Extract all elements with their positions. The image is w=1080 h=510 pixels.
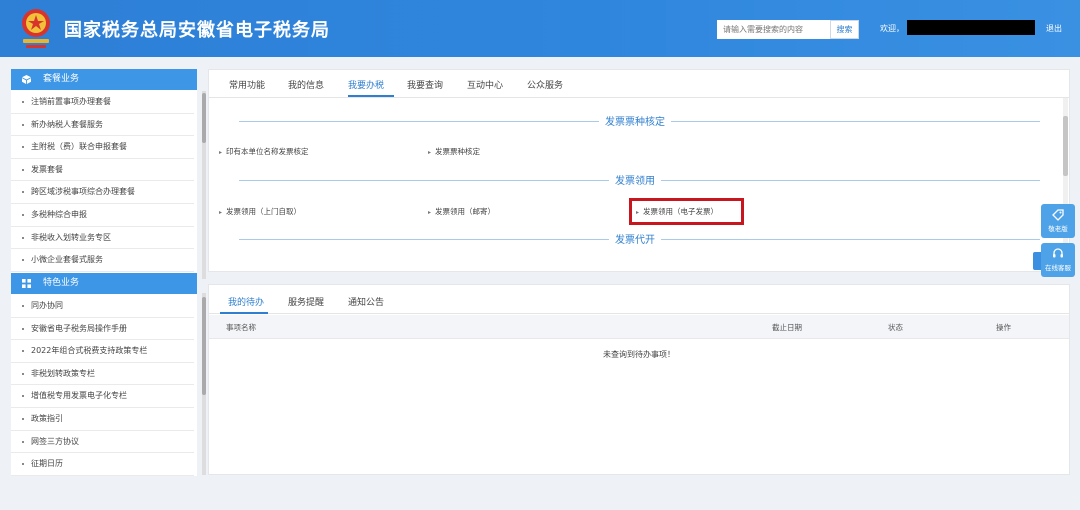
link-invoice-name-approval[interactable]: ▸ 印有本单位名称发票核定 [219,146,309,157]
todo-panel: 我的待办 服务提醒 通知公告 事项名称 截止日期 状态 操作 未查询到待办事项！ [208,284,1070,475]
tab-tax-handling[interactable]: 我要办税 [348,78,384,91]
link-invoice-type-approval[interactable]: ▸ 发票票种核定 [428,146,480,157]
main-tabs: 常用功能 我的信息 我要办税 我要查询 互动中心 公众服务 [209,70,1069,98]
tab-notices[interactable]: 通知公告 [348,295,384,308]
sidebar-item[interactable]: 网签三方协议 [11,431,194,454]
logout-link[interactable]: 退出 [1046,23,1062,34]
tag-icon [1052,209,1064,221]
sidebar-item[interactable]: 多税种综合申报 [11,204,194,227]
active-tab-indicator [348,95,394,97]
sidebar-item[interactable]: 非税收入划转业务专区 [11,227,194,250]
active-tab-indicator [220,312,268,314]
elder-mode-button[interactable]: 敬老版 [1041,204,1075,238]
headset-icon [1053,248,1063,258]
sidebar-item[interactable]: 发票套餐 [11,159,194,182]
sidebar-item[interactable]: 跨区域涉税事项综合办理套餐 [11,181,194,204]
column-header-status: 状态 [888,323,903,332]
sidebar-item[interactable]: 2022年组合式税费支持政策专栏 [11,340,194,363]
search-button[interactable]: 搜索 [830,20,859,39]
empty-state-message: 未查询到待办事项！ [603,350,675,359]
online-service-button[interactable]: 在线客服 [1041,243,1075,277]
column-header-item-name: 事项名称 [226,323,256,332]
sidebar-item[interactable]: 征期日历 [11,453,194,476]
grid-icon [22,279,31,288]
link-invoice-receive-mail[interactable]: ▸ 发票领用（邮寄） [428,206,495,217]
tab-interaction[interactable]: 互动中心 [467,78,503,91]
sidebar-section-label: 套餐业务 [43,74,80,84]
sidebar-item[interactable]: 注销前置事项办理套餐 [11,91,194,114]
sidebar-section-label: 特色业务 [43,278,80,288]
section-title-invoice-type: 发票票种核定 [599,113,671,128]
arrow-right-icon: ▸ [428,149,432,156]
arrow-right-icon: ▸ [219,209,223,216]
sidebar-section-features[interactable]: 特色业务 [11,273,197,294]
arrow-right-icon: ▸ [219,149,223,156]
tab-my-info[interactable]: 我的信息 [288,78,324,91]
sidebar-item[interactable]: 安徽省电子税务局操作手册 [11,318,194,341]
section-title-invoice-receive: 发票领用 [609,172,661,187]
sidebar-item[interactable]: 主附税（费）联合申报套餐 [11,136,194,159]
todo-tabs: 我的待办 服务提醒 通知公告 [209,285,1069,314]
search-input[interactable] [717,20,830,39]
todo-table-header: 事项名称 截止日期 状态 操作 [209,315,1069,339]
column-header-action: 操作 [996,323,1011,332]
welcome-text: 欢迎， [880,24,904,33]
tab-query[interactable]: 我要查询 [407,78,443,91]
link-invoice-receive-pickup[interactable]: ▸ 发票领用（上门自取） [219,206,301,217]
tab-my-todo[interactable]: 我的待办 [228,295,264,308]
arrow-right-icon: ▸ [428,209,432,216]
sidebar-item[interactable]: 新办纳税人套餐服务 [11,114,194,137]
sidebar-scroll-thumb[interactable] [202,93,206,143]
user-name-redacted [907,20,1035,35]
cube-icon [22,75,31,84]
tab-public-service[interactable]: 公众服务 [527,78,563,91]
site-title: 国家税务总局安徽省电子税务局 [64,20,330,41]
sidebar-item[interactable]: 非税划转政策专栏 [11,363,194,386]
sidebar: 套餐业务 注销前置事项办理套餐 新办纳税人套餐服务 主附税（费）联合申报套餐 发… [11,69,206,476]
header-bar: 国家税务总局安徽省电子税务局 搜索 欢迎， 退出 [0,0,1080,57]
sidebar-scroll-thumb[interactable] [202,297,206,395]
tab-common[interactable]: 常用功能 [229,78,265,91]
main-scroll-thumb[interactable] [1063,116,1068,176]
section-title-invoice-issue: 发票代开 [609,231,661,246]
sidebar-section-packages[interactable]: 套餐业务 [11,69,197,90]
sidebar-item[interactable]: 增值税专用发票电子化专栏 [11,385,194,408]
column-header-deadline: 截止日期 [772,323,802,332]
tab-service-reminder[interactable]: 服务提醒 [288,295,324,308]
highlight-annotation [629,198,744,225]
sidebar-item[interactable]: 同办协同 [11,295,194,318]
sidebar-item[interactable]: 政策指引 [11,408,194,431]
sidebar-item[interactable]: 小微企业套餐式服务 [11,249,194,272]
tax-emblem-icon [22,9,50,48]
